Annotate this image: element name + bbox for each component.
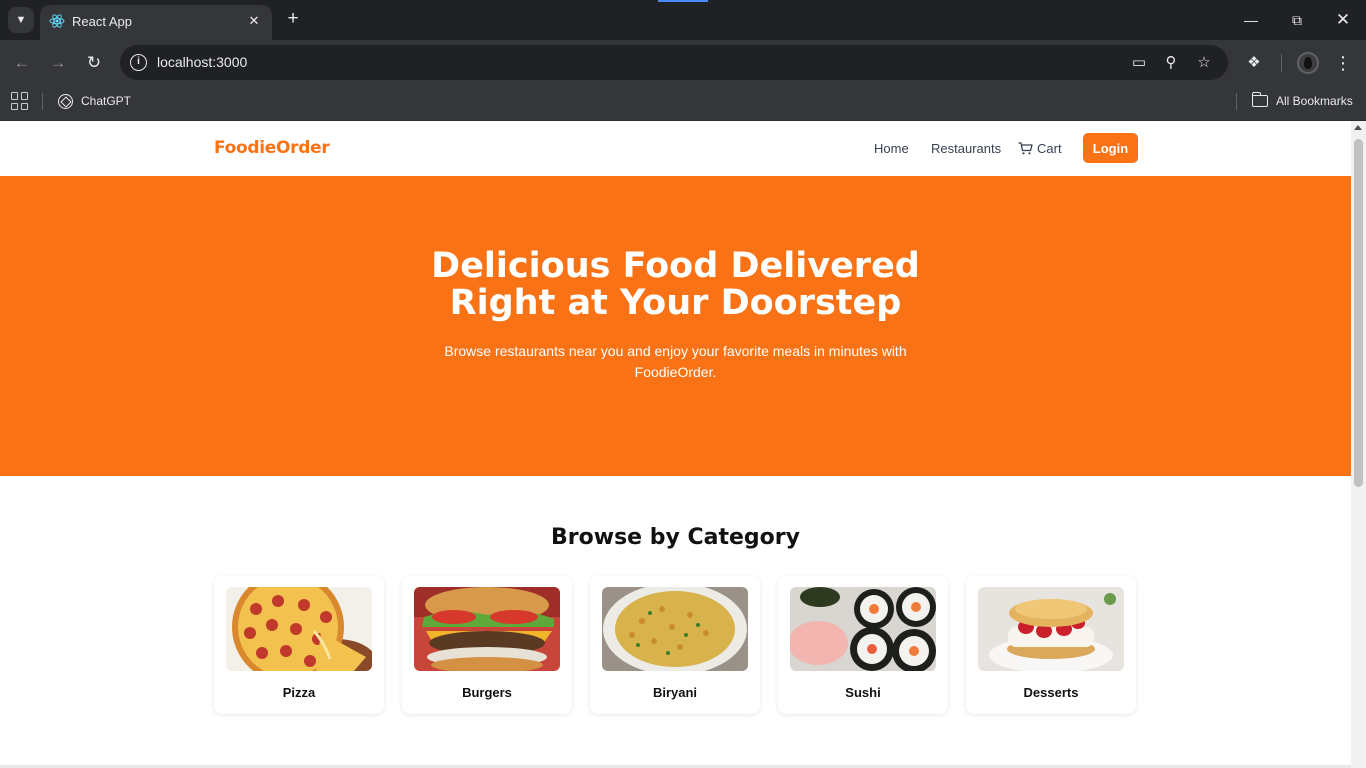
all-bookmarks-label: All Bookmarks bbox=[1276, 94, 1353, 108]
browser-tab-bar: ▼ React App ✕ + — ⧉ ✕ bbox=[0, 0, 1366, 40]
top-indicator bbox=[658, 0, 708, 2]
tab-title: React App bbox=[72, 14, 132, 29]
biryani-image bbox=[602, 587, 748, 671]
restore-window-icon[interactable]: ⧉ bbox=[1274, 0, 1320, 40]
address-bar[interactable]: i localhost:3000 ▭ ⚲ ☆ bbox=[120, 45, 1228, 80]
hero-banner: Delicious Food Delivered Right at Your D… bbox=[0, 176, 1351, 476]
bookmark-chatgpt[interactable]: ChatGPT bbox=[58, 91, 131, 111]
site-info-icon[interactable]: i bbox=[130, 54, 147, 71]
toolbar-separator bbox=[1281, 54, 1282, 72]
nav-cart-link[interactable]: Cart bbox=[1018, 141, 1062, 156]
hero-subtitle: Browse restaurants near you and enjoy yo… bbox=[444, 343, 907, 380]
category-card-sushi[interactable]: Sushi bbox=[778, 576, 948, 714]
categories-heading: Browse by Category bbox=[551, 525, 800, 550]
category-card-burgers[interactable]: Burgers bbox=[402, 576, 572, 714]
address-url[interactable]: localhost:3000 bbox=[157, 54, 247, 70]
category-label: Sushi bbox=[845, 685, 881, 700]
chatgpt-icon bbox=[58, 93, 73, 109]
category-label: Pizza bbox=[282, 685, 316, 700]
cart-icon bbox=[1018, 142, 1033, 155]
folder-icon bbox=[1251, 92, 1268, 107]
scroll-up-arrow-icon[interactable] bbox=[1354, 125, 1362, 130]
browser-toolbar: ← → ↻ i localhost:3000 ▭ ⚲ ☆ ❖ ⋮ bbox=[0, 40, 1366, 86]
tab-search-chevron-icon[interactable]: ▼ bbox=[8, 7, 34, 33]
bookmarks-bar: ChatGPT All Bookmarks bbox=[0, 86, 1366, 121]
scrollbar-thumb[interactable] bbox=[1354, 139, 1363, 487]
category-card-biryani[interactable]: Biryani bbox=[590, 576, 760, 714]
apps-grid-icon[interactable] bbox=[11, 92, 29, 110]
cart-label: Cart bbox=[1037, 141, 1062, 156]
zoom-icon[interactable]: ⚲ bbox=[1161, 53, 1181, 73]
pizza-image bbox=[226, 587, 372, 671]
install-app-icon[interactable]: ▭ bbox=[1129, 53, 1149, 73]
back-arrow-icon[interactable]: ← bbox=[10, 51, 34, 75]
bookmark-star-icon[interactable]: ☆ bbox=[1194, 53, 1214, 73]
minimize-window-icon[interactable]: — bbox=[1228, 0, 1274, 40]
close-window-icon[interactable]: ✕ bbox=[1320, 0, 1366, 40]
category-card-desserts[interactable]: Desserts bbox=[966, 576, 1136, 714]
hero-title-line-2: Right at Your Doorstep bbox=[449, 283, 902, 323]
login-button[interactable]: Login bbox=[1083, 133, 1138, 163]
nav-home-link[interactable]: Home bbox=[874, 141, 909, 156]
profile-avatar[interactable] bbox=[1297, 52, 1319, 74]
category-card-pizza[interactable]: Pizza bbox=[214, 576, 384, 714]
more-menu-icon[interactable]: ⋮ bbox=[1331, 51, 1355, 75]
bookmarks-separator-right bbox=[1236, 93, 1237, 110]
site-logo[interactable]: FoodieOrder bbox=[214, 138, 330, 158]
hero-title: Delicious Food Delivered Right at Your D… bbox=[0, 248, 1351, 322]
browser-tab[interactable]: React App ✕ bbox=[40, 5, 272, 40]
dessert-image bbox=[978, 587, 1124, 671]
category-label: Biryani bbox=[652, 685, 698, 700]
nav-restaurants-link[interactable]: Restaurants bbox=[931, 141, 1001, 156]
bookmarks-separator bbox=[42, 93, 43, 110]
category-list: Pizza Burgers Biryani Sushi Desserts bbox=[214, 576, 1137, 714]
all-bookmarks-button[interactable]: All Bookmarks bbox=[1251, 91, 1353, 111]
tab-close-icon[interactable]: ✕ bbox=[244, 11, 264, 31]
sushi-image bbox=[790, 587, 936, 671]
new-tab-plus-icon[interactable]: + bbox=[282, 8, 304, 30]
bookmark-label: ChatGPT bbox=[81, 94, 132, 108]
category-label: Burgers bbox=[462, 685, 512, 700]
hero-title-line-1: Delicious Food Delivered bbox=[431, 246, 920, 286]
vertical-scrollbar[interactable] bbox=[1351, 121, 1366, 768]
site-navbar: FoodieOrder Home Restaurants Cart Login bbox=[0, 121, 1351, 176]
react-logo-icon bbox=[49, 14, 65, 28]
page-viewport: FoodieOrder Home Restaurants Cart Login … bbox=[0, 121, 1366, 768]
burger-image bbox=[414, 587, 560, 671]
extensions-puzzle-icon[interactable]: ❖ bbox=[1242, 51, 1266, 75]
forward-arrow-icon[interactable]: → bbox=[46, 51, 70, 75]
reload-icon[interactable]: ↻ bbox=[82, 51, 106, 75]
category-label: Desserts bbox=[1023, 685, 1079, 700]
